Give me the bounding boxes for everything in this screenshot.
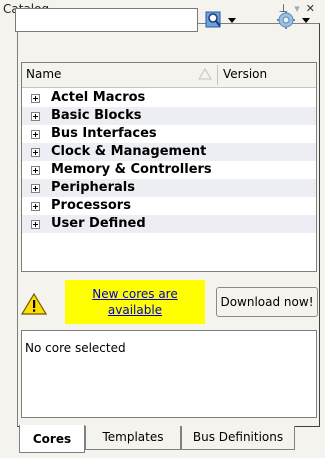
download-now-button[interactable]: Download now! [216, 287, 318, 317]
tree-row-user-defined[interactable]: User Defined [22, 215, 316, 233]
tree-row-bus-interfaces[interactable]: Bus Interfaces [22, 125, 316, 143]
search-button[interactable] [204, 10, 242, 30]
tree-row-label: User Defined [51, 216, 146, 231]
tab-bus-definitions[interactable]: Bus Definitions [181, 426, 295, 450]
search-input[interactable] [15, 8, 198, 32]
tab-cores[interactable]: Cores [19, 425, 85, 453]
tree-row-label: Actel Macros [51, 90, 146, 105]
options-button[interactable] [274, 10, 314, 30]
sort-ascending-icon [198, 68, 212, 80]
expand-plus-icon[interactable] [31, 166, 40, 175]
cores-table: Name Version Actel Macros Basic Blocks B… [21, 62, 317, 272]
tree-row-label: Basic Blocks [51, 108, 142, 123]
new-cores-link[interactable]: New cores are available [65, 280, 205, 318]
tree-row-basic-blocks[interactable]: Basic Blocks [22, 107, 316, 125]
tree-row-clock-management[interactable]: Clock & Management [22, 143, 316, 161]
column-header-name[interactable]: Name [26, 67, 61, 81]
tree-row-peripherals[interactable]: Peripherals [22, 179, 316, 197]
tab-templates[interactable]: Templates [85, 426, 181, 450]
core-description-text: No core selected [25, 341, 126, 355]
tree-row-label: Peripherals [51, 180, 135, 195]
table-header: Name Version [22, 63, 316, 88]
tree-row-label: Bus Interfaces [51, 126, 157, 141]
tree-row-actel-macros[interactable]: Actel Macros [22, 89, 316, 107]
expand-plus-icon[interactable] [31, 202, 40, 211]
search-row [15, 8, 315, 34]
tree-row-memory-controllers[interactable]: Memory & Controllers [22, 161, 316, 179]
expand-plus-icon[interactable] [31, 94, 40, 103]
new-cores-banner: New cores are available [65, 280, 205, 324]
column-divider[interactable] [217, 65, 218, 85]
tree-row-label: Processors [51, 198, 131, 213]
column-header-version[interactable]: Version [223, 67, 267, 81]
tree-row-processors[interactable]: Processors [22, 197, 316, 215]
expand-plus-icon[interactable] [31, 220, 40, 229]
magnifier-icon [205, 11, 236, 28]
update-notice: New cores are available Download now! [19, 280, 319, 325]
core-description-box: No core selected [21, 330, 317, 418]
expand-plus-icon[interactable] [31, 148, 40, 157]
tree-row-label: Memory & Controllers [51, 162, 212, 177]
tree-row-label: Clock & Management [51, 144, 207, 159]
catalog-tabs: Templates Bus Definitions Cores [19, 425, 295, 454]
expand-plus-icon[interactable] [31, 184, 40, 193]
category-list: Actel Macros Basic Blocks Bus Interfaces… [22, 89, 316, 233]
warning-icon [21, 292, 47, 315]
expand-plus-icon[interactable] [31, 112, 40, 121]
catalog-panel: Catalog ⊥▾✕ [0, 0, 325, 458]
expand-plus-icon[interactable] [31, 130, 40, 139]
gear-icon [277, 11, 310, 29]
